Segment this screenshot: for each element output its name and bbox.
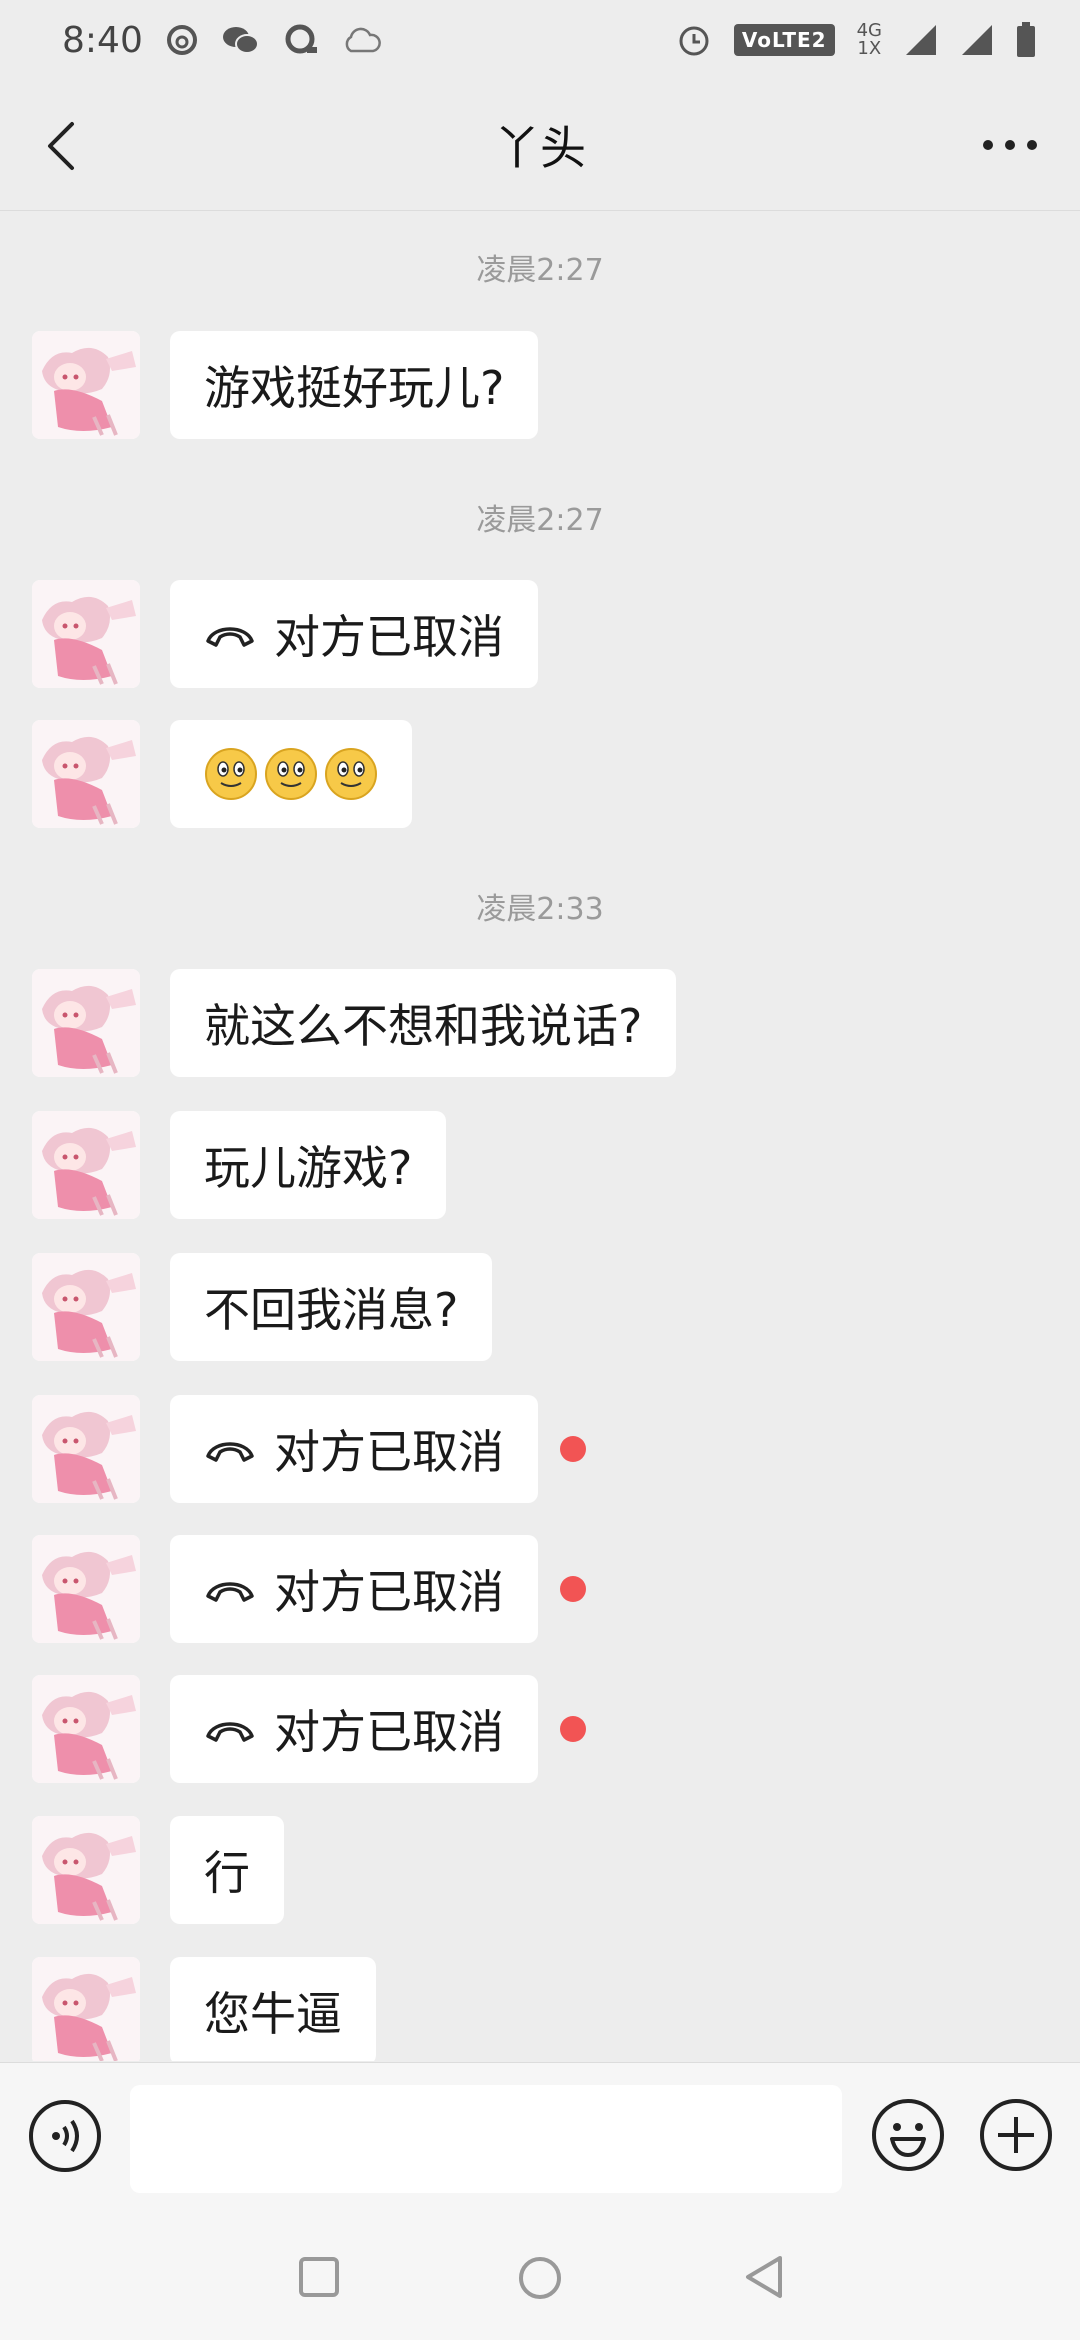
avatar-image xyxy=(32,1957,140,2061)
chat-header: 丫头 xyxy=(0,80,1080,211)
message-row: 对方已取消 xyxy=(32,1675,586,1783)
message-text: 行 xyxy=(204,1846,250,1900)
avatar-image xyxy=(32,969,140,1077)
message-row: 行 xyxy=(32,1816,284,1924)
call-bubble[interactable]: 对方已取消 xyxy=(170,1395,538,1503)
signal-icon xyxy=(962,25,992,55)
avatar[interactable] xyxy=(32,1253,140,1361)
avatar-image xyxy=(32,1395,140,1503)
avatar-image xyxy=(32,1253,140,1361)
message-input[interactable] xyxy=(130,2085,842,2193)
emoji-bubble[interactable] xyxy=(170,720,412,828)
emoji-icon[interactable] xyxy=(870,2097,946,2173)
avatar-image xyxy=(32,331,140,439)
wechat-icon xyxy=(222,27,259,54)
message-row: 玩儿游戏? xyxy=(32,1111,447,1219)
avatar-image xyxy=(32,1535,140,1643)
emoji-row xyxy=(204,747,378,801)
avatar-image xyxy=(32,720,140,828)
home-icon[interactable] xyxy=(518,2256,562,2300)
back-button[interactable] xyxy=(38,118,88,174)
avatar[interactable] xyxy=(32,1111,140,1219)
call-bubble[interactable]: 对方已取消 xyxy=(170,1675,538,1783)
more-button[interactable] xyxy=(980,130,1040,160)
network-type: 4G 1X xyxy=(857,22,882,58)
message-text: 玩儿游戏? xyxy=(204,1141,413,1195)
message-row: 对方已取消 xyxy=(32,580,538,688)
timestamp: 凌晨2:33 xyxy=(476,892,604,927)
message-text: 对方已取消 xyxy=(274,1425,504,1479)
avatar[interactable] xyxy=(32,720,140,828)
unread-dot xyxy=(560,1716,586,1742)
message-bubble[interactable]: 不回我消息? xyxy=(170,1253,493,1361)
message-row: 您牛逼 xyxy=(32,1957,376,2061)
call-bubble[interactable]: 对方已取消 xyxy=(170,1535,538,1643)
message-row: 不回我消息? xyxy=(32,1253,493,1361)
avatar[interactable] xyxy=(32,1535,140,1643)
battery-icon xyxy=(1017,22,1035,57)
input-bar xyxy=(0,2062,1080,2213)
chat-title: 丫头 xyxy=(494,121,586,175)
chat-area[interactable]: 凌晨2:27 游戏挺好玩儿? 凌晨2:27 对方已取消 凌晨2:33 就这么不想… xyxy=(0,211,1080,2061)
avatar[interactable] xyxy=(32,1957,140,2061)
avatar-image xyxy=(32,1816,140,1924)
avatar-image xyxy=(32,1675,140,1783)
smile-emoji xyxy=(205,748,257,800)
message-text: 对方已取消 xyxy=(274,610,504,664)
recent-apps-icon[interactable] xyxy=(298,2256,340,2298)
message-row: 对方已取消 xyxy=(32,1535,586,1643)
avatar-image xyxy=(32,580,140,688)
system-nav-bar xyxy=(0,2212,1080,2340)
message-text: 就这么不想和我说话? xyxy=(204,999,643,1053)
avatar[interactable] xyxy=(32,1675,140,1783)
message-text: 您牛逼 xyxy=(204,1987,342,2041)
plus-icon[interactable] xyxy=(978,2097,1054,2173)
message-row: 就这么不想和我说话? xyxy=(32,969,677,1077)
qq-browser-icon xyxy=(285,24,317,54)
status-left: 8:40 xyxy=(62,20,381,61)
timestamp: 凌晨2:27 xyxy=(476,503,604,538)
message-text: 不回我消息? xyxy=(204,1283,459,1337)
volte-badge: VoLTE2 xyxy=(733,24,835,56)
avatar[interactable] xyxy=(32,1395,140,1503)
message-row: 对方已取消 xyxy=(32,1395,586,1503)
avatar[interactable] xyxy=(32,1816,140,1924)
phone-hangup-icon xyxy=(206,1442,254,1462)
status-time: 8:40 xyxy=(62,19,143,61)
unread-dot xyxy=(560,1436,586,1462)
cloud-icon xyxy=(345,27,381,53)
smile-emoji xyxy=(325,748,377,800)
status-right: VoLTE2 4G 1X xyxy=(676,22,1036,58)
signal-icon xyxy=(906,25,936,55)
avatar[interactable] xyxy=(32,331,140,439)
avatar[interactable] xyxy=(32,580,140,688)
avatar[interactable] xyxy=(32,969,140,1077)
message-row xyxy=(32,720,412,828)
message-text: 对方已取消 xyxy=(274,1565,504,1619)
message-bubble[interactable]: 玩儿游戏? xyxy=(170,1111,447,1219)
timestamp: 凌晨2:27 xyxy=(476,253,604,288)
unread-dot xyxy=(560,1576,586,1602)
phone-hangup-icon xyxy=(206,1722,254,1742)
netease-music-icon xyxy=(166,25,197,55)
avatar-image xyxy=(32,1111,140,1219)
message-bubble[interactable]: 就这么不想和我说话? xyxy=(170,969,677,1077)
message-text: 游戏挺好玩儿? xyxy=(204,361,505,415)
phone-hangup-icon xyxy=(206,627,254,647)
alarm-icon xyxy=(679,26,709,56)
status-bar: 8:40 VoLTE2 4G 1X xyxy=(0,0,1080,80)
message-bubble[interactable]: 行 xyxy=(170,1816,284,1924)
message-bubble[interactable]: 您牛逼 xyxy=(170,1957,376,2061)
net-bottom: 1X xyxy=(857,38,882,59)
message-text: 对方已取消 xyxy=(274,1705,504,1759)
call-bubble[interactable]: 对方已取消 xyxy=(170,580,538,688)
message-row: 游戏挺好玩儿? xyxy=(32,331,539,439)
voice-icon[interactable] xyxy=(28,2099,102,2173)
message-bubble[interactable]: 游戏挺好玩儿? xyxy=(170,331,539,439)
phone-hangup-icon xyxy=(206,1582,254,1602)
smile-emoji xyxy=(265,748,317,800)
back-icon[interactable] xyxy=(742,2254,786,2300)
